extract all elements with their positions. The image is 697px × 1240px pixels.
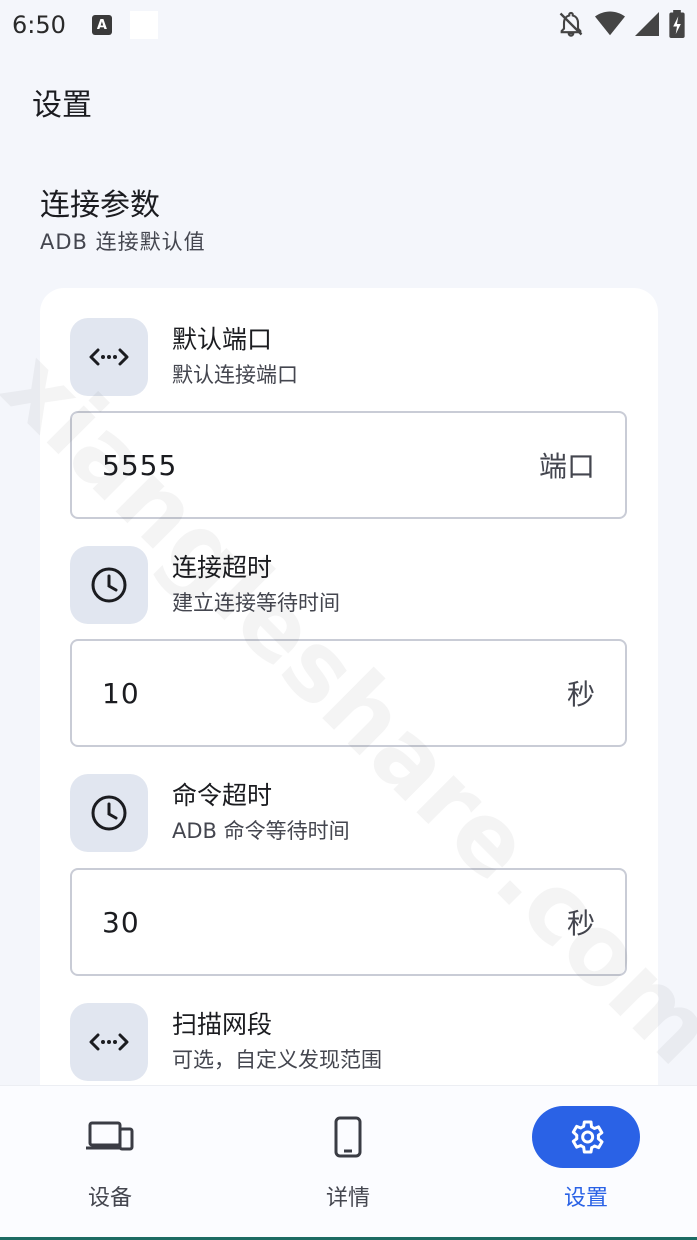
field-suffix: 端口 xyxy=(538,450,595,483)
nav-item-settings[interactable]: 设置 xyxy=(516,1106,656,1212)
signal-icon xyxy=(635,12,659,36)
setting-subtitle: 默认连接端口 xyxy=(172,363,298,387)
nav-item-details[interactable]: 详情 xyxy=(278,1106,418,1212)
command-timeout-input[interactable]: 30 秒 xyxy=(70,868,627,976)
settings-card: 默认端口 默认连接端口 5555 端口 连接超时 建立连接等待时间 10 秒 命… xyxy=(40,288,658,1128)
clock-icon xyxy=(70,774,148,852)
status-icons xyxy=(557,10,685,38)
nav-label: 详情 xyxy=(325,1186,370,1211)
section-subtitle: ADB 连接默认值 xyxy=(40,230,206,254)
notification-a-icon: A xyxy=(91,15,112,35)
battery-icon xyxy=(669,10,685,38)
field-value[interactable]: 30 xyxy=(102,906,140,939)
nav-label: 设置 xyxy=(563,1186,608,1211)
setting-connect-timeout: 连接超时 建立连接等待时间 xyxy=(70,546,340,624)
connect-timeout-input[interactable]: 10 秒 xyxy=(70,639,627,747)
setting-subtitle: ADB 命令等待时间 xyxy=(172,819,350,843)
notification-blank-icon xyxy=(129,11,158,39)
field-suffix: 秒 xyxy=(566,907,595,940)
wifi-icon xyxy=(595,11,625,36)
clock-icon xyxy=(70,546,148,624)
gear-icon xyxy=(532,1106,640,1168)
status-time: 6:50 xyxy=(12,11,66,39)
nav-label: 设备 xyxy=(87,1186,132,1211)
devices-icon xyxy=(56,1106,164,1168)
setting-title: 扫描网段 xyxy=(172,1010,273,1039)
bottom-navigation: 设备 详情 设置 xyxy=(0,1085,697,1240)
setting-subtitle: 建立连接等待时间 xyxy=(172,591,340,615)
setting-title: 连接超时 xyxy=(172,553,273,582)
setting-scan-subnet: 扫描网段 可选，自定义发现范围 xyxy=(70,1003,382,1081)
setting-subtitle: 可选，自定义发现范围 xyxy=(172,1048,382,1072)
status-bar: 6:50 A xyxy=(0,0,697,50)
phone-icon xyxy=(294,1106,402,1168)
field-suffix: 秒 xyxy=(566,678,595,711)
nav-item-devices[interactable]: 设备 xyxy=(40,1106,180,1212)
setting-default-port: 默认端口 默认连接端口 xyxy=(70,318,298,396)
setting-title: 命令超时 xyxy=(172,781,273,810)
setting-command-timeout: 命令超时 ADB 命令等待时间 xyxy=(70,774,350,852)
code-icon xyxy=(70,1003,148,1081)
code-icon xyxy=(70,318,148,396)
setting-title: 默认端口 xyxy=(172,325,273,354)
field-value[interactable]: 10 xyxy=(102,677,140,710)
field-value[interactable]: 5555 xyxy=(102,449,177,482)
page-title: 设置 xyxy=(32,88,92,123)
bell-off-icon xyxy=(559,11,583,37)
section-title: 连接参数 xyxy=(40,188,160,223)
default-port-input[interactable]: 5555 端口 xyxy=(70,411,627,519)
